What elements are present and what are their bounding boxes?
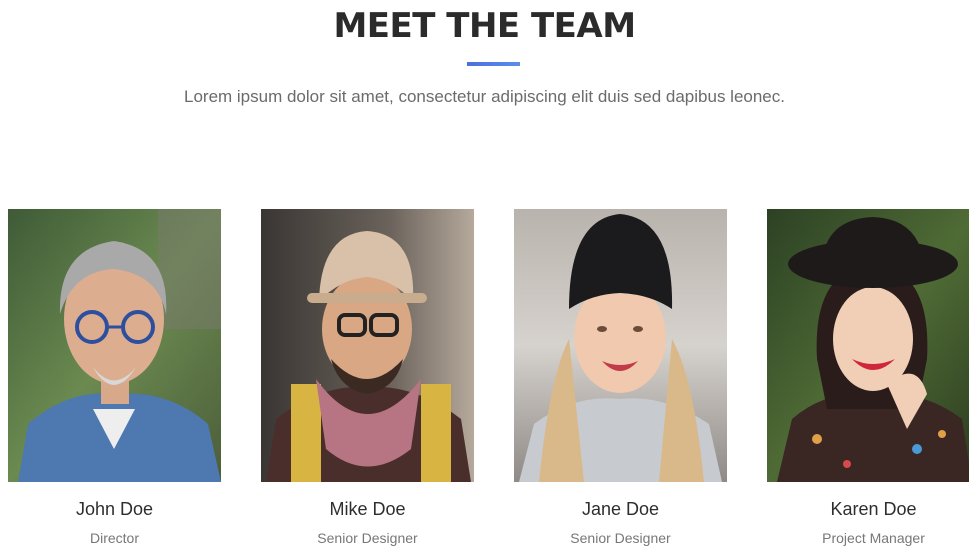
- section-title: MEET THE TEAM: [333, 6, 636, 46]
- team-member-role: Project Manager: [822, 530, 925, 546]
- team-member-role: Director: [89, 530, 139, 546]
- team-card-jane[interactable]: Jane Doe Senior Designer: [514, 209, 727, 546]
- team-card-karen[interactable]: Karen Doe Project Manager: [767, 209, 969, 546]
- team-member-photo: [8, 209, 221, 482]
- team-member-name: Karen Doe: [830, 499, 917, 519]
- team-member-photo: [514, 209, 727, 482]
- team-card-mike[interactable]: Mike Doe Senior Designer: [261, 209, 474, 546]
- team-member-name: Mike Doe: [329, 499, 406, 519]
- team-member-role: Senior Designer: [317, 530, 418, 546]
- team-member-photo: [767, 209, 969, 482]
- team-member-name: John Doe: [75, 499, 154, 519]
- team-member-role: Senior Designer: [570, 530, 671, 546]
- team-member-name: Jane Doe: [581, 499, 660, 519]
- team-card-john[interactable]: John Doe Director: [8, 209, 221, 546]
- section-subtitle: Lorem ipsum dolor sit amet, consectetur …: [184, 87, 785, 106]
- title-underline: [467, 62, 520, 66]
- team-member-photo: [261, 209, 474, 482]
